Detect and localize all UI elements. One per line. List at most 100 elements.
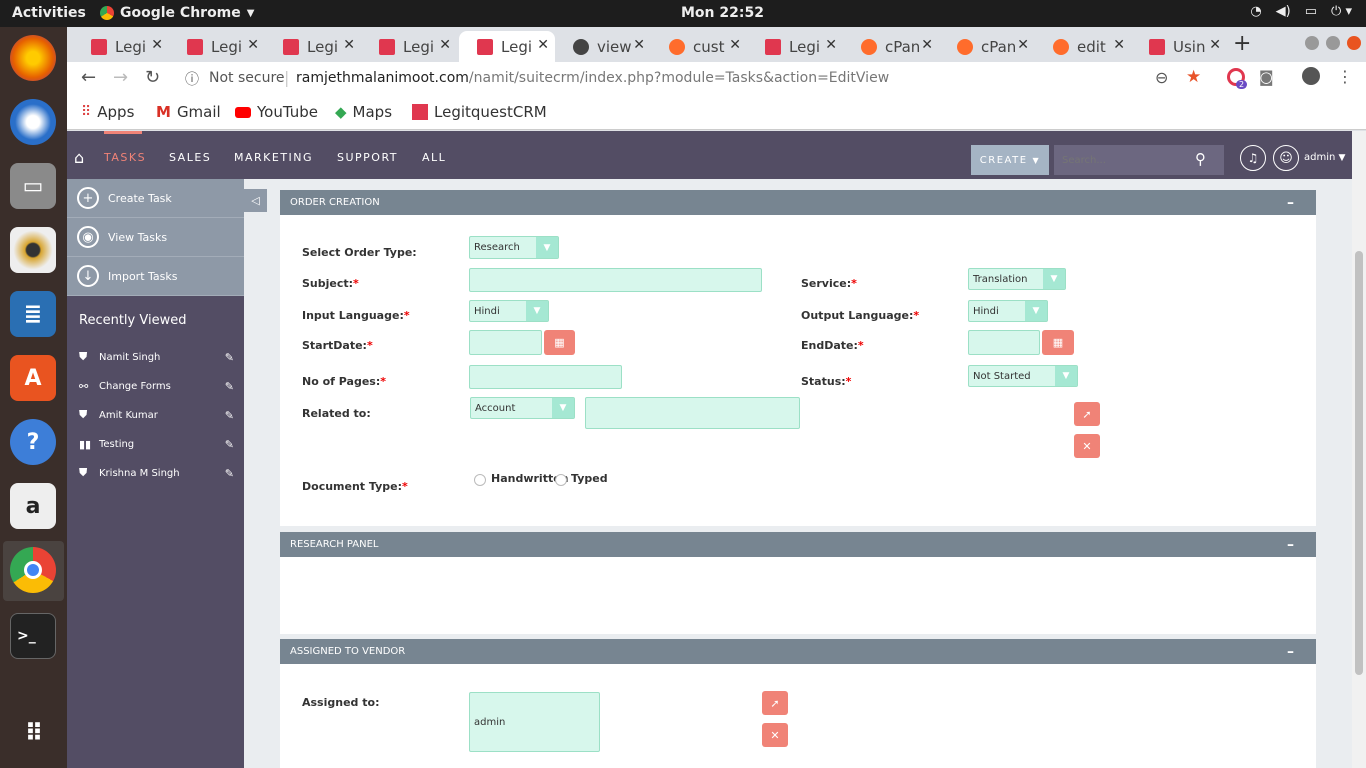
input-language-select[interactable]: Hindi ▼	[469, 300, 549, 322]
minus-icon[interactable]: –	[1287, 644, 1294, 660]
assigned-to-input[interactable]: admin	[469, 692, 600, 752]
software-center-icon[interactable]: A	[10, 355, 56, 401]
minimize-icon[interactable]	[1305, 36, 1319, 50]
bookmark-star-icon[interactable]: ★	[1186, 67, 1201, 87]
search-input[interactable]	[1054, 145, 1194, 175]
status-select[interactable]: Not Started ▼	[968, 365, 1078, 387]
info-icon[interactable]: ⓘ	[185, 69, 199, 89]
nav-sales[interactable]: SALES	[169, 151, 211, 164]
maximize-icon[interactable]	[1326, 36, 1340, 50]
close-icon[interactable]: ✕	[343, 37, 355, 53]
nav-all[interactable]: ALL	[422, 151, 446, 164]
create-button[interactable]: CREATE ▼	[971, 145, 1049, 175]
search-icon[interactable]: ⚲	[1195, 150, 1206, 168]
close-icon[interactable]: ✕	[537, 37, 549, 53]
close-icon[interactable]: ✕	[151, 37, 163, 53]
clear-icon[interactable]: ✕	[1074, 434, 1100, 458]
close-icon[interactable]: ✕	[1017, 37, 1029, 53]
bookmark-gmail[interactable]: M Gmail	[156, 103, 221, 121]
amazon-icon[interactable]: a	[10, 483, 56, 529]
help-icon[interactable]: ?	[10, 419, 56, 465]
typed-radio[interactable]	[555, 474, 567, 486]
sidebar-import-tasks[interactable]: ↓ Import Tasks	[67, 257, 244, 296]
bookmark-apps[interactable]: ⠿ Apps	[81, 103, 134, 121]
thunderbird-icon[interactable]	[10, 99, 56, 145]
panel-header-order-creation[interactable]: ORDER CREATION –	[280, 190, 1316, 215]
browser-tab[interactable]: Usin ✕	[1131, 31, 1227, 62]
recent-item[interactable]: ⛊ Krishna M Singh ✎	[79, 463, 234, 483]
calendar-icon[interactable]: ▦	[1042, 330, 1074, 355]
files-icon[interactable]: ▭	[10, 163, 56, 209]
related-to-type-select[interactable]: Account ▼	[470, 397, 575, 419]
chrome-icon[interactable]	[10, 547, 56, 593]
bookmark-maps[interactable]: ◆ Maps	[335, 103, 392, 121]
show-apps-icon[interactable]: ⠿	[10, 710, 56, 756]
clear-icon[interactable]: ✕	[762, 723, 788, 747]
camera-icon[interactable]: ◙	[1259, 68, 1274, 86]
libreoffice-writer-icon[interactable]: ≣	[10, 291, 56, 337]
menu-icon[interactable]: ⋮	[1337, 67, 1353, 86]
recent-item[interactable]: ⛊ Namit Singh ✎	[79, 347, 234, 367]
bookmark-youtube[interactable]: YouTube	[235, 103, 318, 121]
browser-tab[interactable]: cPan ✕	[843, 31, 939, 62]
url-bar[interactable]: ramjethmalanimoot.com/namit/suitecrm/ind…	[296, 70, 889, 86]
select-arrow-icon[interactable]: ➚	[1074, 402, 1100, 426]
scrollbar-thumb[interactable]	[1355, 251, 1363, 675]
close-icon[interactable]: ✕	[825, 37, 837, 53]
recent-item[interactable]: ⚯ Change Forms ✎	[79, 376, 234, 396]
close-icon[interactable]: ✕	[633, 37, 645, 53]
browser-tab[interactable]: Legi ✕	[361, 31, 457, 62]
browser-tab-active[interactable]: Legi ✕	[459, 31, 555, 62]
browser-tab[interactable]: Legi ✕	[747, 31, 843, 62]
firefox-icon[interactable]	[10, 35, 56, 81]
sidebar-collapse-button[interactable]: ◁	[244, 189, 267, 212]
subject-input[interactable]	[469, 268, 762, 292]
close-icon[interactable]: ✕	[247, 37, 259, 53]
recent-item[interactable]: ⛊ Amit Kumar ✎	[79, 405, 234, 425]
output-language-select[interactable]: Hindi ▼	[968, 300, 1048, 322]
browser-tab[interactable]: cust ✕	[651, 31, 747, 62]
pencil-icon[interactable]: ✎	[225, 380, 234, 393]
browser-tab[interactable]: view ✕	[555, 31, 651, 62]
nav-tasks[interactable]: TASKS	[104, 151, 146, 164]
browser-tab[interactable]: Legi ✕	[73, 31, 169, 62]
profile-icon[interactable]	[1302, 67, 1320, 85]
handwritten-radio[interactable]	[474, 474, 486, 486]
order-type-select[interactable]: Research ▼	[469, 236, 559, 259]
bookmark-legitquestcrm[interactable]: LegitquestCRM	[412, 103, 547, 121]
app-menu[interactable]: Google Chrome ▼	[100, 5, 254, 21]
user-avatar-icon[interactable]: ☺	[1273, 145, 1299, 171]
new-tab-button[interactable]: +	[1233, 31, 1251, 56]
back-icon[interactable]: ←	[81, 67, 96, 88]
browser-tab[interactable]: cPan ✕	[939, 31, 1035, 62]
close-icon[interactable]: ✕	[1113, 37, 1125, 53]
sidebar-view-tasks[interactable]: ◉ View Tasks	[67, 218, 244, 257]
select-arrow-icon[interactable]: ➚	[762, 691, 788, 715]
forward-icon[interactable]: →	[113, 67, 128, 88]
page-scrollbar[interactable]	[1352, 131, 1366, 768]
system-tray[interactable]: ◔ ◀) ▭ ⏻ ▾	[1250, 4, 1352, 19]
calendar-icon[interactable]: ▦	[544, 330, 575, 355]
clock[interactable]: Mon 22:52	[681, 5, 764, 21]
close-icon[interactable]: ✕	[921, 37, 933, 53]
panel-header-research[interactable]: RESEARCH PANEL –	[280, 532, 1316, 557]
user-menu[interactable]: admin ▼	[1304, 152, 1345, 163]
service-select[interactable]: Translation ▼	[968, 268, 1066, 290]
panel-header-assigned-vendor[interactable]: ASSIGNED TO VENDOR –	[280, 639, 1316, 664]
pages-input[interactable]	[469, 365, 622, 389]
recent-item[interactable]: ▮▮ Testing ✎	[79, 434, 234, 454]
browser-tab[interactable]: edit ✕	[1035, 31, 1131, 62]
reload-icon[interactable]: ↻	[145, 67, 160, 88]
window-close-icon[interactable]	[1347, 36, 1361, 50]
end-date-input[interactable]	[968, 330, 1040, 355]
browser-tab[interactable]: Legi ✕	[265, 31, 361, 62]
browser-tab[interactable]: Legi ✕	[169, 31, 265, 62]
pencil-icon[interactable]: ✎	[225, 351, 234, 364]
search-box[interactable]: ⚲	[1054, 145, 1224, 175]
nav-support[interactable]: SUPPORT	[337, 151, 398, 164]
terminal-icon[interactable]: >_	[10, 613, 56, 659]
related-to-input[interactable]	[585, 397, 800, 429]
home-icon[interactable]: ⌂	[74, 148, 84, 167]
nav-marketing[interactable]: MARKETING	[234, 151, 313, 164]
close-icon[interactable]: ✕	[729, 37, 741, 53]
